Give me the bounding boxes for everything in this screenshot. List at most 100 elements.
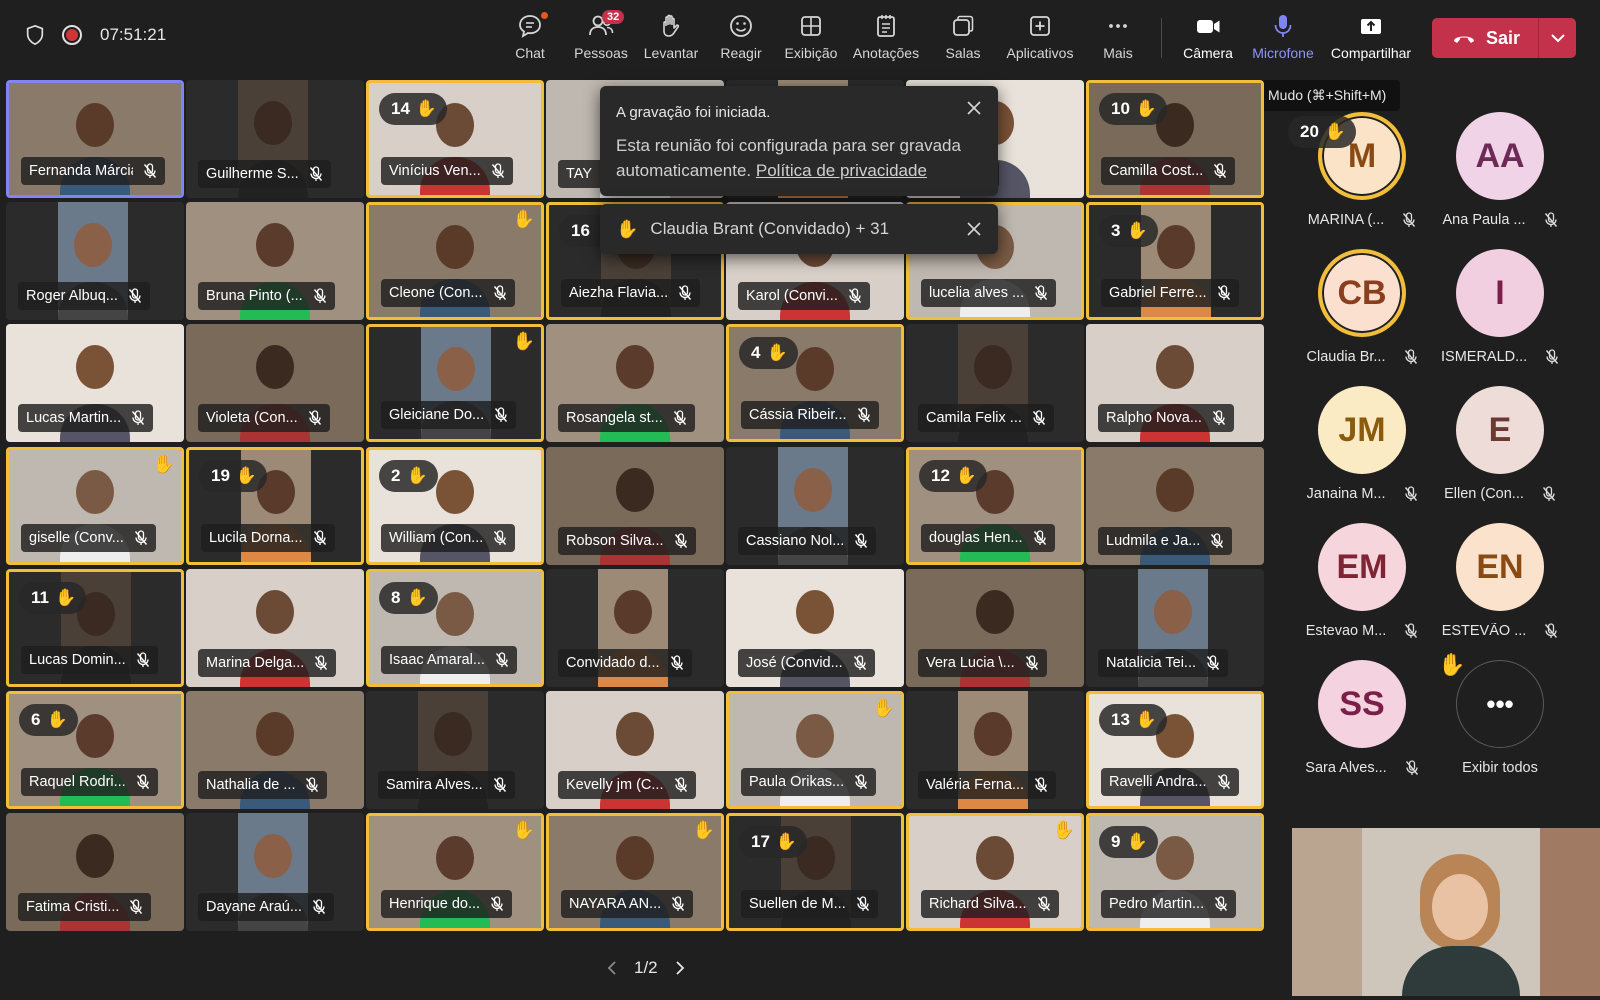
participant-name: Suellen de M... bbox=[749, 896, 846, 912]
rooms-button[interactable]: Salas bbox=[924, 12, 1002, 61]
participant-tile[interactable]: Samira Alves... bbox=[366, 691, 544, 809]
apps-button[interactable]: Aplicativos bbox=[1001, 12, 1079, 61]
participant-tile[interactable]: Fernanda Márcia... bbox=[6, 80, 184, 198]
participant-avatar[interactable]: EN ESTEVÃO ... bbox=[1430, 523, 1570, 639]
participant-avatar[interactable]: E Ellen (Con... bbox=[1430, 386, 1570, 502]
avatar-label: Janaina M... bbox=[1292, 486, 1432, 502]
participant-nameplate: Lucas Martin... bbox=[18, 404, 154, 432]
mic-off-icon bbox=[1206, 655, 1220, 670]
participant-tile[interactable]: Fatima Cristi... bbox=[6, 813, 184, 931]
participant-tile[interactable]: José (Convid... bbox=[726, 569, 904, 687]
participant-tile[interactable]: Nathalia de ... bbox=[186, 691, 364, 809]
participant-tile[interactable]: 17 ✋ Suellen de M... bbox=[726, 813, 904, 931]
notes-button[interactable]: Anotações bbox=[847, 12, 925, 61]
participant-name: William (Con... bbox=[389, 530, 484, 546]
participant-tile[interactable]: 14 ✋ Vinícius Ven... bbox=[366, 80, 544, 198]
hand-emoji-icon: ✋ bbox=[415, 99, 438, 118]
raised-hand-order-badge: 9 ✋ bbox=[1099, 826, 1158, 858]
participant-tile[interactable]: Vera Lucia \... bbox=[906, 569, 1084, 687]
react-button[interactable]: Reagir bbox=[702, 12, 780, 61]
more-button[interactable]: Mais bbox=[1079, 12, 1157, 61]
participant-avatar[interactable]: JM Janaina M... bbox=[1292, 386, 1432, 502]
participant-tile[interactable]: 4 ✋ Cássia Ribeir... bbox=[726, 324, 904, 442]
participant-tile[interactable]: Natalicia Tei... bbox=[1086, 569, 1264, 687]
participant-tile[interactable]: 2 ✋ William (Con... bbox=[366, 447, 544, 565]
participant-tile[interactable]: Valéria Ferna... bbox=[906, 691, 1084, 809]
participant-tile[interactable]: 13 ✋ Ravelli Andra... bbox=[1086, 691, 1264, 809]
participant-tile[interactable]: 8 ✋ Isaac Amaral... bbox=[366, 569, 544, 687]
person-head bbox=[616, 712, 654, 757]
participant-tile[interactable]: Violeta (Con... bbox=[186, 324, 364, 442]
participant-tile[interactable]: Marina Delga... bbox=[186, 569, 364, 687]
avatar-label: Ana Paula ... bbox=[1430, 212, 1570, 228]
raise-hand-button[interactable]: Levantar bbox=[632, 12, 710, 61]
participant-avatar[interactable]: EM Estevao M... bbox=[1292, 523, 1432, 639]
participant-tile[interactable]: Convidado d... bbox=[546, 569, 724, 687]
raised-hand-order-badge: 4 ✋ bbox=[739, 337, 798, 369]
participant-tile[interactable]: 10 ✋ Camilla Cost... bbox=[1086, 80, 1264, 198]
participant-tile[interactable]: Camila Felix ... bbox=[906, 324, 1084, 442]
participant-tile[interactable]: 9 ✋ Pedro Martin... bbox=[1086, 813, 1264, 931]
participant-tile[interactable]: ✋ Richard Silva... bbox=[906, 813, 1084, 931]
close-icon[interactable] bbox=[964, 219, 984, 239]
participant-tile[interactable]: Dayane Araú... bbox=[186, 813, 364, 931]
privacy-policy-link[interactable]: Política de privacidade bbox=[756, 161, 927, 180]
view-button[interactable]: Exibição bbox=[772, 12, 850, 61]
show-all-button[interactable]: ••• ✋ Exibir todos bbox=[1430, 652, 1570, 776]
raise-hand-label: Levantar bbox=[643, 45, 699, 61]
participant-nameplate: Karol (Convi... bbox=[738, 282, 870, 310]
participant-tile[interactable]: 11 ✋ Lucas Domin... bbox=[6, 569, 184, 687]
self-view-video[interactable] bbox=[1292, 828, 1600, 996]
participant-tile[interactable]: ✋ giselle (Conv... bbox=[6, 447, 184, 565]
raised-hands-notification[interactable]: ✋ Claudia Brant (Convidado) + 31 bbox=[600, 204, 998, 254]
leave-options-button[interactable] bbox=[1539, 33, 1576, 43]
mic-off-icon bbox=[1217, 285, 1230, 300]
participant-tile[interactable]: 6 ✋ Raquel Rodri... bbox=[6, 691, 184, 809]
participant-tile[interactable]: 12 ✋ douglas Hen... bbox=[906, 447, 1084, 565]
participant-nameplate: Nathalia de ... bbox=[198, 771, 328, 799]
close-icon[interactable] bbox=[964, 98, 984, 118]
participant-avatar[interactable]: M 20 ✋ MARINA (... bbox=[1288, 112, 1432, 228]
participant-name: Robson Silva... bbox=[566, 533, 664, 549]
participant-tile[interactable]: Robson Silva... bbox=[546, 447, 724, 565]
participant-nameplate: Ludmila e Ja... bbox=[1098, 527, 1233, 555]
people-button[interactable]: 32 Pessoas bbox=[562, 10, 640, 61]
participant-nameplate: Violeta (Con... bbox=[198, 404, 330, 432]
participant-tile[interactable]: ✋ Cleone (Con... bbox=[366, 202, 544, 320]
mic-off-icon bbox=[1037, 896, 1050, 911]
participant-tile[interactable]: 19 ✋ Lucila Dorna... bbox=[186, 447, 364, 565]
participant-tile[interactable]: Rosangela st... bbox=[546, 324, 724, 442]
participant-tile[interactable]: Guilherme S... bbox=[186, 80, 364, 198]
participant-tile[interactable]: 3 ✋ Gabriel Ferre... bbox=[1086, 202, 1264, 320]
camera-button[interactable]: Câmera bbox=[1169, 12, 1247, 61]
participant-avatar[interactable]: CB Claudia Br... bbox=[1292, 249, 1432, 365]
participant-tile[interactable]: Kevelly jm (C... bbox=[546, 691, 724, 809]
participant-avatar[interactable]: I ISMERALD... bbox=[1430, 249, 1570, 365]
participant-nameplate: Vinícius Ven... bbox=[381, 157, 513, 185]
participant-tile[interactable]: Roger Albuq... bbox=[6, 202, 184, 320]
participant-name: Gleiciane Do... bbox=[389, 407, 485, 423]
participant-avatar[interactable]: AA Ana Paula ... bbox=[1430, 112, 1570, 228]
participant-tile[interactable]: Bruna Pinto (... bbox=[186, 202, 364, 320]
participant-tile[interactable]: Ralpho Nova... bbox=[1086, 324, 1264, 442]
participant-name: Gabriel Ferre... bbox=[1109, 285, 1207, 301]
participant-avatar[interactable]: SS Sara Alves... bbox=[1292, 660, 1432, 776]
participant-nameplate: Robson Silva... bbox=[558, 527, 696, 555]
participant-tile[interactable]: ✋ Paula Orikas... bbox=[726, 691, 904, 809]
participant-tile[interactable]: Lucas Martin... bbox=[6, 324, 184, 442]
participant-tile[interactable]: ✋ Gleiciane Do... bbox=[366, 324, 544, 442]
participant-tile[interactable]: ✋ NAYARA AN... bbox=[546, 813, 724, 931]
leave-button[interactable]: Sair bbox=[1432, 18, 1576, 58]
participant-name: Ravelli Andra... bbox=[1109, 774, 1207, 790]
leave-main[interactable]: Sair bbox=[1432, 28, 1538, 49]
microphone-button[interactable]: Microfone bbox=[1244, 12, 1322, 61]
participant-tile[interactable]: Cassiano Nol... bbox=[726, 447, 904, 565]
participant-tile[interactable]: ✋ Henrique do... bbox=[366, 813, 544, 931]
shield-icon[interactable] bbox=[24, 24, 46, 46]
share-button[interactable]: Compartilhar bbox=[1327, 12, 1415, 61]
mic-off-icon bbox=[130, 899, 143, 914]
chevron-left-icon[interactable] bbox=[606, 960, 618, 976]
participant-tile[interactable]: Ludmila e Ja... bbox=[1086, 447, 1264, 565]
chevron-right-icon[interactable] bbox=[674, 960, 686, 976]
chat-button[interactable]: Chat bbox=[491, 12, 569, 61]
